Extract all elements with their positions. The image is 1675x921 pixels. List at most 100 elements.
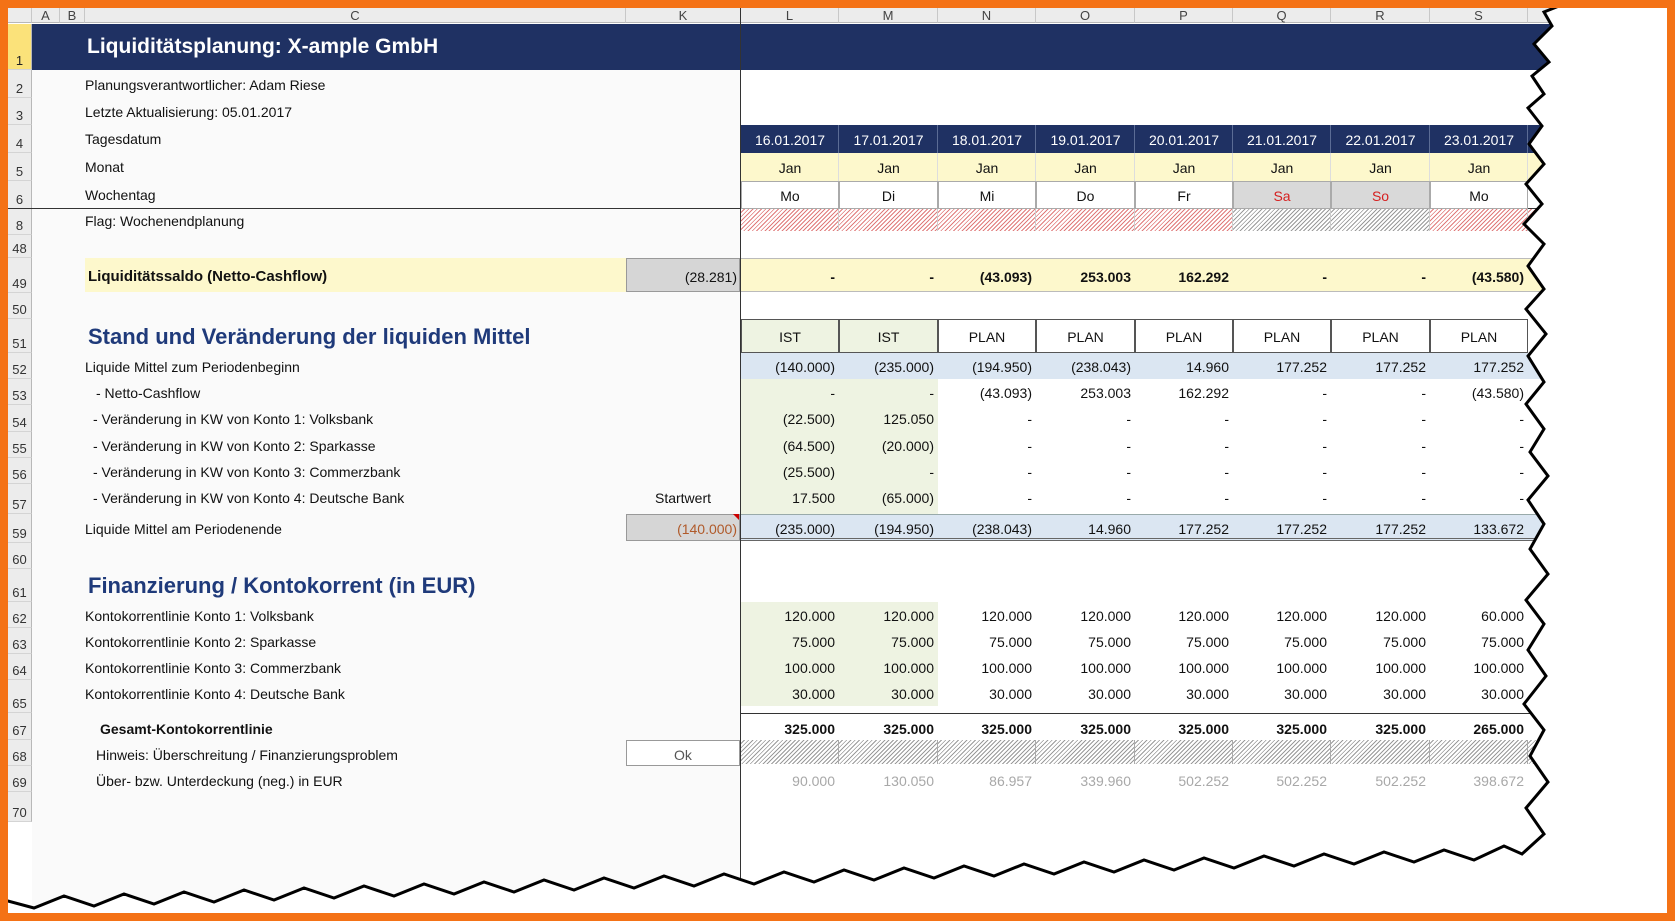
- total-credit-value: 325.000: [784, 721, 835, 737]
- liquid-value: 162.292: [1178, 385, 1229, 401]
- hint-flag-cell[interactable]: [1135, 740, 1233, 764]
- weekend-flag-cell[interactable]: [1430, 209, 1528, 231]
- liquid-value: -: [1126, 490, 1131, 506]
- hint-flag-cell[interactable]: [1331, 740, 1430, 764]
- liquid-value: -: [1027, 411, 1032, 427]
- row-header-70[interactable]: 70: [8, 792, 32, 822]
- weekend-flag-cell[interactable]: [839, 209, 938, 231]
- row-header-50[interactable]: 50: [8, 293, 32, 319]
- row-header-6[interactable]: 6: [8, 181, 32, 209]
- flag-label: Flag: Wochenendplanung: [85, 213, 245, 229]
- hint-flag-cell[interactable]: [741, 740, 839, 764]
- row-header-4[interactable]: 4: [8, 125, 32, 153]
- liquid-value: (235.000): [874, 359, 934, 375]
- credit-value: 30.000: [1284, 686, 1327, 702]
- liquid-value: 125.050: [883, 411, 934, 427]
- coverage-value: 90.000: [792, 773, 835, 789]
- month-value: Jan: [1172, 160, 1196, 176]
- row-number: 54: [12, 415, 27, 430]
- row-header-1[interactable]: 1: [8, 24, 32, 70]
- hint-status: Ok: [674, 747, 692, 763]
- hint-flag-cell[interactable]: [1036, 740, 1135, 764]
- row-header-56[interactable]: 56: [8, 458, 32, 484]
- column-header-next[interactable]: [1528, 8, 1668, 23]
- weekend-flag-cell[interactable]: [938, 209, 1036, 231]
- credit-value: 30.000: [1186, 686, 1229, 702]
- row-header-67[interactable]: 67: [8, 713, 32, 740]
- weekend-flag-cell[interactable]: [741, 209, 839, 231]
- column-header-k[interactable]: K: [626, 8, 741, 23]
- row-header-63[interactable]: 63: [8, 628, 32, 654]
- saldo-value: -: [830, 269, 835, 285]
- row-header-55[interactable]: 55: [8, 432, 32, 458]
- row-header-48[interactable]: 48: [8, 235, 32, 258]
- status-value: PLAN: [1362, 329, 1399, 345]
- hint-flag-cell[interactable]: [839, 740, 938, 764]
- weekend-flag-cell[interactable]: [1331, 209, 1430, 231]
- row-header-57[interactable]: 57: [8, 484, 32, 514]
- row-number: 8: [15, 218, 24, 233]
- column-header-q[interactable]: Q: [1233, 8, 1331, 23]
- weekend-flag-cell[interactable]: [1233, 209, 1331, 231]
- weekend-flag-cell[interactable]: [1135, 209, 1233, 231]
- weekday-value: Mo: [780, 188, 800, 204]
- column-header-r[interactable]: R: [1331, 8, 1430, 23]
- row-number: 68: [12, 749, 27, 764]
- weekend-flag-cell[interactable]: [1036, 209, 1135, 231]
- weekend-flag-overflow: [1528, 209, 1554, 231]
- row-header-61[interactable]: 61: [8, 569, 32, 602]
- row-header-59[interactable]: 59: [8, 514, 32, 543]
- liquid-value: 177.252: [1375, 359, 1426, 375]
- liquid-value: (194.950): [972, 359, 1032, 375]
- row-header-65[interactable]: 65: [8, 680, 32, 713]
- row-header-53[interactable]: 53: [8, 379, 32, 405]
- liquid-end-value: (238.043): [972, 521, 1032, 537]
- row-header-5[interactable]: 5: [8, 153, 32, 181]
- liquid-value: -: [929, 385, 934, 401]
- credit-value: 100.000: [1080, 660, 1131, 676]
- row-number: 55: [12, 441, 27, 456]
- liquid-value: (22.500): [782, 411, 835, 427]
- saldo-label: Liquiditätssaldo (Netto-Cashflow): [88, 268, 328, 285]
- status-value: IST: [779, 329, 801, 345]
- row-header-64[interactable]: 64: [8, 654, 32, 680]
- row-header-8[interactable]: 8: [8, 209, 32, 235]
- row-header-60[interactable]: 60: [8, 543, 32, 569]
- column-header-n[interactable]: N: [938, 8, 1036, 23]
- row-header-3[interactable]: 3: [8, 98, 32, 125]
- liquid-end-value: 177.252: [1178, 521, 1229, 537]
- column-header-m[interactable]: M: [839, 8, 938, 23]
- column-header-s[interactable]: S: [1430, 8, 1528, 23]
- row-number: 69: [12, 775, 27, 790]
- row-header-69[interactable]: 69: [8, 766, 32, 792]
- liquid-value: -: [1421, 438, 1426, 454]
- select-all-corner[interactable]: [8, 8, 32, 23]
- hint-flag-cell[interactable]: [1233, 740, 1331, 764]
- row-header-51[interactable]: 51: [8, 319, 32, 353]
- date-value: 16.01.2017: [754, 132, 826, 148]
- row-header-2[interactable]: 2: [8, 70, 32, 98]
- liquid-value: -: [1322, 438, 1327, 454]
- column-header-a[interactable]: A: [32, 8, 60, 23]
- column-header-p[interactable]: P: [1135, 8, 1233, 23]
- row-header-62[interactable]: 62: [8, 602, 32, 628]
- column-header-l[interactable]: L: [741, 8, 839, 23]
- row-number: 70: [12, 805, 27, 820]
- column-header-o[interactable]: O: [1036, 8, 1135, 23]
- row-header-49[interactable]: 49: [8, 258, 32, 293]
- weekday-value: Fr: [1177, 188, 1191, 204]
- row-header-54[interactable]: 54: [8, 405, 32, 432]
- liquid-value: -: [1224, 411, 1229, 427]
- column-header-b[interactable]: B: [60, 8, 85, 23]
- saldo-value: (43.093): [979, 269, 1032, 285]
- hint-flag-cell[interactable]: [1430, 740, 1528, 764]
- row-header-52[interactable]: 52: [8, 353, 32, 379]
- liquid-value: 14.960: [1186, 359, 1229, 375]
- row-header-68[interactable]: 68: [8, 740, 32, 766]
- hint-flag-cell[interactable]: [938, 740, 1036, 764]
- saldo-value: -: [1421, 269, 1426, 285]
- status-value: PLAN: [1165, 329, 1203, 345]
- liquid-value: (64.500): [782, 438, 835, 454]
- column-header-c[interactable]: C: [85, 8, 626, 23]
- weekday-value: Do: [1076, 188, 1095, 204]
